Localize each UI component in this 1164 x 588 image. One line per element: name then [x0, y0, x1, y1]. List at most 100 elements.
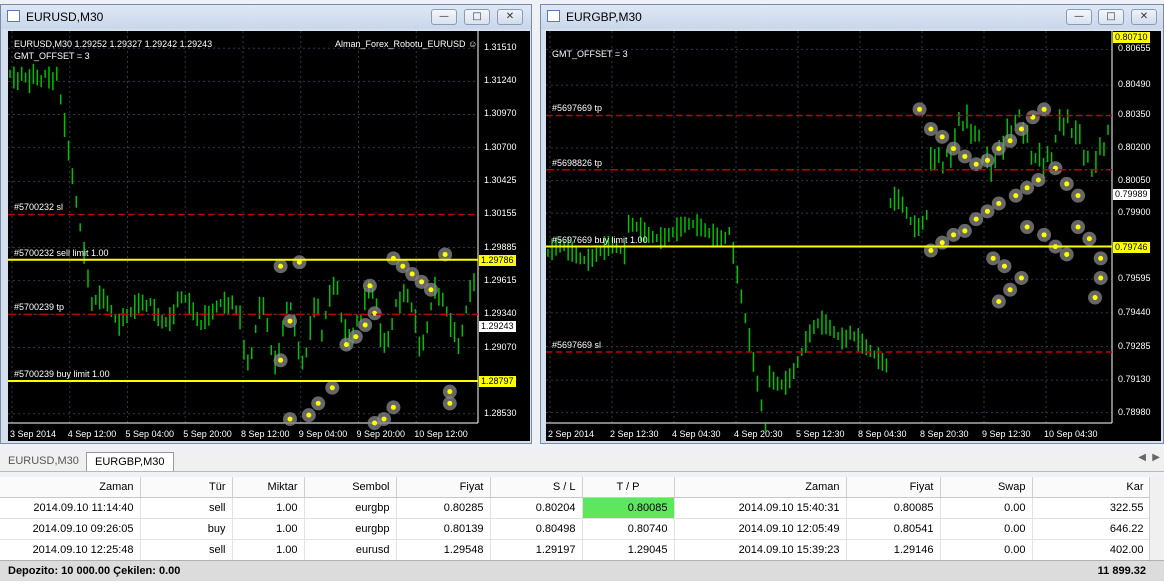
table-cell: sell	[140, 497, 233, 519]
time-tick: 2 Sep 12:30	[610, 429, 659, 439]
order-marker-dot	[973, 161, 979, 167]
price-chart[interactable]: EURGBP,M30 0.79989 0.80016 0.79974 0.799…	[546, 31, 1161, 441]
total-profit: 11 899.32	[1097, 565, 1146, 577]
table-cell: 1.00	[232, 518, 305, 540]
column-header[interactable]: Fiyat	[846, 477, 941, 498]
order-marker-dot	[1018, 126, 1024, 132]
column-header[interactable]: Tür	[140, 477, 233, 498]
order-marker-dot	[1086, 236, 1092, 242]
order-marker-dot	[962, 228, 968, 234]
table-cell: 2014.09.10 15:39:23	[674, 539, 847, 561]
time-tick: 10 Sep 04:30	[1044, 429, 1098, 439]
smiley-icon: ☺	[468, 39, 478, 49]
price-tick: 0.79440	[1118, 306, 1151, 317]
order-marker-dot	[973, 216, 979, 222]
window-titlebar[interactable]: EURUSD,M30 — □ ✕	[1, 5, 531, 29]
order-marker-dot	[278, 263, 284, 269]
column-header[interactable]: Fiyat	[396, 477, 491, 498]
tab-scroll-right-icon[interactable]: ▶	[1152, 452, 1160, 463]
order-marker-dot	[1024, 224, 1030, 230]
table-cell: eurgbp	[304, 518, 397, 540]
table-cell: 0.80498	[490, 518, 583, 540]
column-header[interactable]: Zaman	[0, 477, 141, 498]
column-header[interactable]: Sembol	[304, 477, 397, 498]
expert-advisor-label: Alman_Forex_Robotu_EURUSD ☺	[335, 39, 477, 49]
minimize-button[interactable]: —	[1066, 9, 1092, 25]
table-cell: 0.80285	[396, 497, 491, 519]
tab-eurusd[interactable]: EURUSD,M30	[0, 452, 87, 470]
price-tick: 1.29070	[484, 341, 517, 352]
order-marker-dot	[428, 287, 434, 293]
minimize-button[interactable]: —	[431, 9, 457, 25]
price-tick: 1.28530	[484, 407, 517, 418]
chart-window-icon	[547, 10, 560, 22]
order-marker-dot	[1013, 193, 1019, 199]
time-tick: 9 Sep 04:00	[298, 429, 348, 439]
order-marker-dot	[287, 318, 293, 324]
column-header[interactable]: Miktar	[232, 477, 305, 498]
order-level-label: #5698826 tp	[552, 157, 603, 168]
time-tick: 8 Sep 04:30	[858, 429, 907, 439]
order-marker-dot	[1098, 255, 1104, 261]
table-cell: eurusd	[304, 539, 397, 561]
time-tick: 2 Sep 2014	[548, 429, 595, 439]
order-marker-dot	[287, 416, 293, 422]
order-marker-dot	[362, 322, 368, 328]
price-tick: 1.29615	[484, 274, 517, 285]
table-cell: 0.80139	[396, 518, 491, 540]
time-tick: 9 Sep 12:30	[982, 429, 1031, 439]
table-cell: 322.55	[1032, 497, 1151, 519]
close-button[interactable]: ✕	[497, 9, 523, 25]
table-cell: 2014.09.10 15:40:31	[674, 497, 847, 519]
window-titlebar[interactable]: EURGBP,M30 — □ ✕	[541, 5, 1163, 29]
order-marker-dot	[939, 240, 945, 246]
price-tick: 1.29340	[484, 308, 517, 319]
tab-eurgbp[interactable]: EURGBP,M30	[86, 452, 174, 471]
price-chart[interactable]: EURUSD,M30 1.29252 1.29327 1.29242 1.292…	[8, 31, 530, 441]
table-cell: 2014.09.10 11:14:40	[0, 497, 141, 519]
order-marker-dot	[928, 248, 934, 254]
order-level-label: #5697669 buy limit 1.00	[552, 234, 648, 245]
order-marker-dot	[1041, 232, 1047, 238]
table-row[interactable]: 2014.09.10 11:14:40 sell 1.00 eurgbp 0.80285…	[0, 497, 1151, 519]
price-tick: 1.30700	[484, 141, 517, 152]
order-marker-dot	[1064, 181, 1070, 187]
price-tick: 0.79900	[1118, 207, 1151, 218]
order-marker-dot	[390, 404, 396, 410]
time-tick: 10 Sep 12:00	[414, 429, 468, 439]
price-tick: 0.80655	[1118, 43, 1151, 54]
time-tick: 8 Sep 12:00	[241, 429, 290, 439]
table-row[interactable]: 2014.09.10 12:25:48 sell 1.00 eurusd 1.29548…	[0, 539, 1151, 561]
column-header[interactable]: S / L	[490, 477, 583, 498]
table-cell: eurgbp	[304, 497, 397, 519]
table-row[interactable]: 2014.09.10 09:26:05 buy 1.00 eurgbp 0.80139 0…	[0, 518, 1151, 540]
order-marker-dot	[409, 271, 415, 277]
close-button[interactable]: ✕	[1131, 9, 1157, 25]
time-tick: 4 Sep 20:30	[734, 429, 783, 439]
order-marker-dot	[1041, 106, 1047, 112]
order-marker-dot	[1075, 224, 1081, 230]
chart-window-eurgbp[interactable]: EURGBP,M30 — □ ✕ EURGBP,M30 0.79989 0.80…	[540, 4, 1164, 444]
smiley-icon: ☺	[1098, 37, 1109, 47]
chart-header: EURUSD,M30 1.29252 1.29327 1.29242 1.292…	[14, 39, 213, 49]
chart-window-eurusd[interactable]: EURUSD,M30 — □ ✕ EURUSD,M30 1.29252 1.29…	[0, 4, 532, 444]
table-cell: 0.80204	[490, 497, 583, 519]
price-label-box: 1.29243	[479, 321, 516, 333]
window-title: EURGBP,M30	[566, 10, 642, 24]
order-level-label: #5700232 sl	[14, 202, 64, 213]
order-marker-dot	[306, 412, 312, 418]
column-header[interactable]: Zaman	[674, 477, 847, 498]
table-scrollbar[interactable]	[1149, 477, 1164, 560]
column-header[interactable]: Kar	[1032, 477, 1151, 498]
table-cell: 1.29045	[582, 539, 675, 561]
tab-scroll-left-icon[interactable]: ◀	[1138, 452, 1146, 463]
maximize-button[interactable]: □	[464, 9, 490, 25]
ea-name: Alman_Forex_Robotu_EURGBP	[966, 37, 1097, 47]
maximize-button[interactable]: □	[1098, 9, 1124, 25]
deposit-summary: Depozito: 10 000.00 Çekilen: 0.00	[8, 565, 181, 577]
column-header[interactable]: Swap	[940, 477, 1033, 498]
column-header[interactable]: T / P	[582, 477, 675, 498]
order-marker-dot	[353, 334, 359, 340]
price-tick: 0.80200	[1118, 142, 1151, 153]
order-marker-dot	[984, 208, 990, 214]
